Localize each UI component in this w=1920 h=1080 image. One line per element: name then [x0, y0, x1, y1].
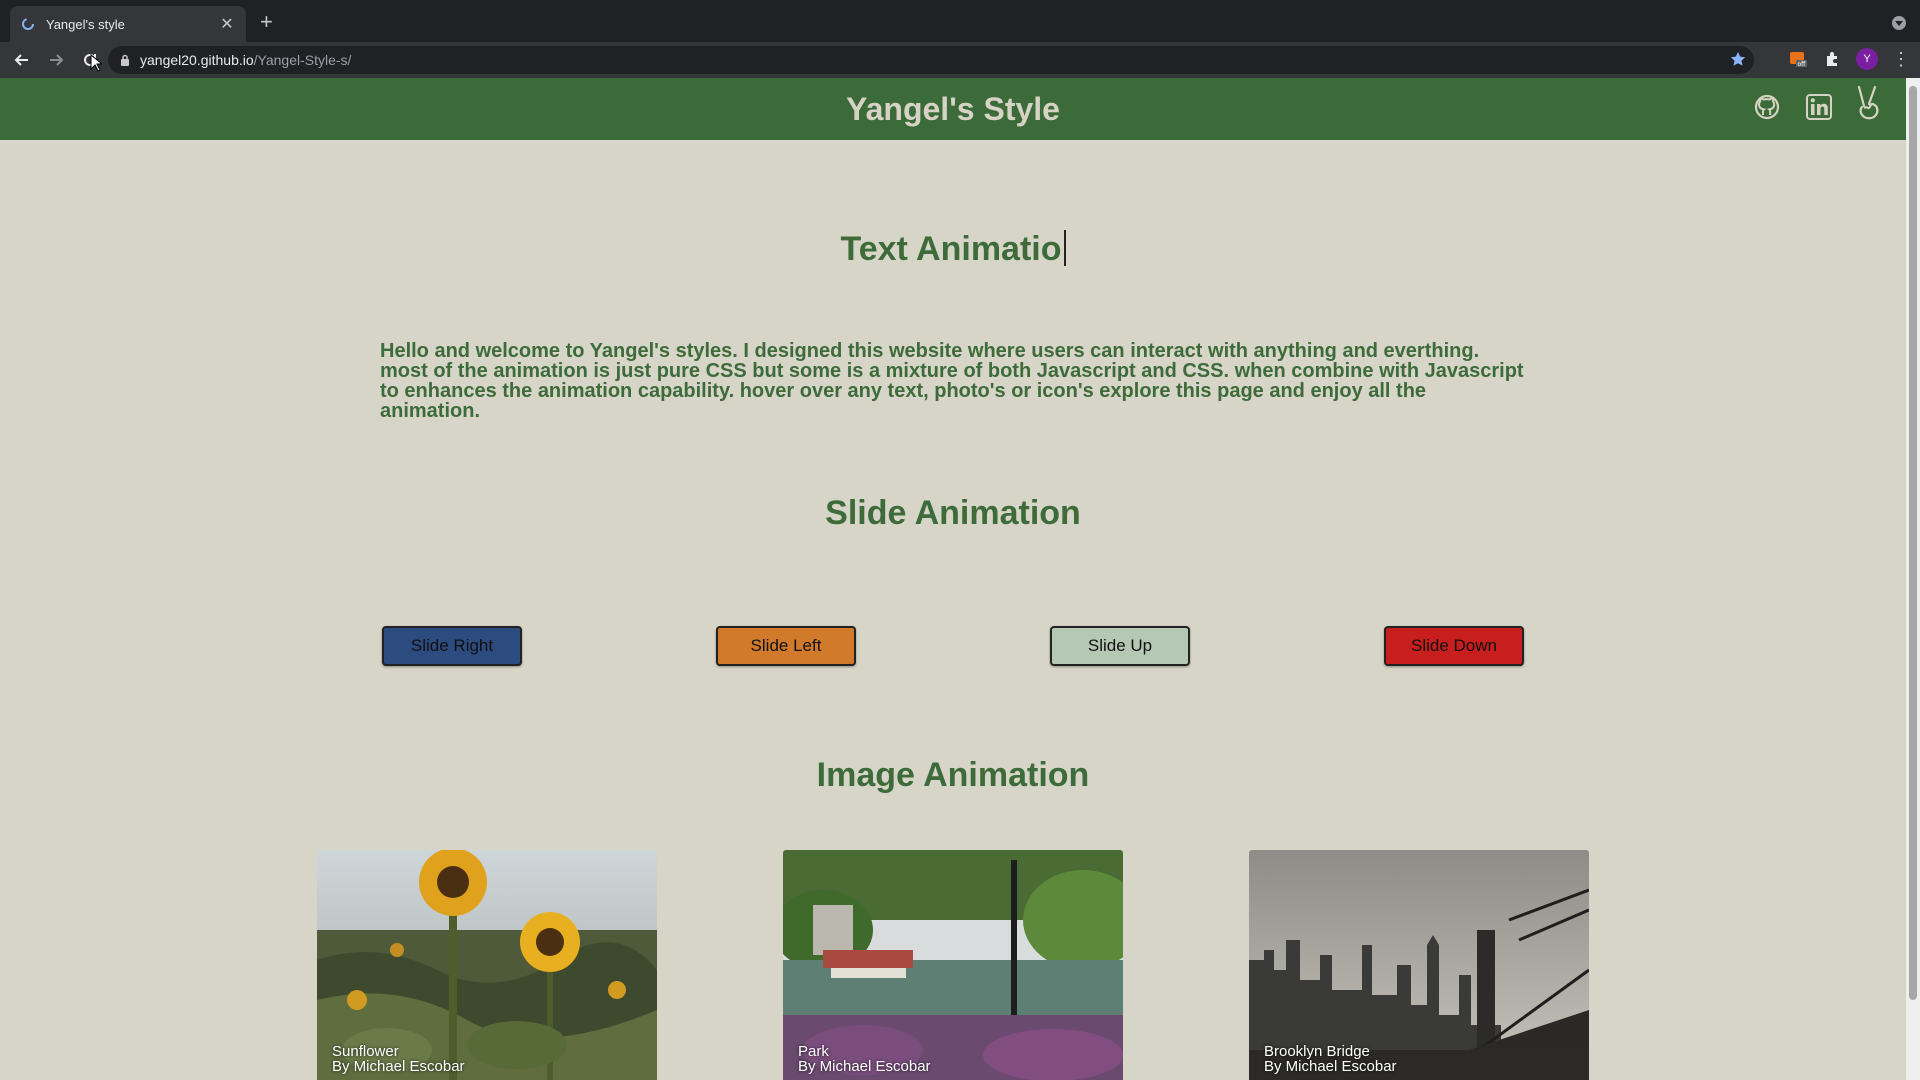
address-bar[interactable]: yangel20.github.io/Yangel-Style-s/	[108, 46, 1754, 74]
text-animation-heading: Text Animatio	[0, 230, 1906, 269]
slide-down-button[interactable]: Slide Down	[1384, 626, 1524, 666]
mouse-cursor-icon	[90, 54, 102, 72]
slide-animation-heading: Slide Animation	[825, 494, 1081, 532]
extension-off-icon[interactable]: off	[1788, 49, 1808, 69]
image-card-brooklyn-bridge[interactable]: Brooklyn Bridge By Michael Escobar	[1249, 850, 1589, 1080]
loading-icon	[20, 16, 36, 32]
browser-tabstrip: Yangel's style ✕ +	[0, 0, 1920, 42]
typing-caret	[1063, 230, 1066, 266]
slide-left-button[interactable]: Slide Left	[716, 626, 856, 666]
close-tab-icon[interactable]: ✕	[218, 14, 236, 34]
github-icon[interactable]	[1750, 90, 1784, 124]
site-header: Yangel's Style	[0, 78, 1906, 140]
card-caption: Sunflower By Michael Escobar	[332, 1044, 465, 1074]
image-card-park[interactable]: Park By Michael Escobar	[783, 850, 1123, 1080]
forward-icon[interactable]	[44, 48, 68, 72]
intro-paragraph: Hello and welcome to Yangel's styles. I …	[380, 340, 1524, 422]
tab-search-icon[interactable]	[1892, 16, 1906, 30]
back-icon[interactable]	[10, 48, 34, 72]
puzzle-icon[interactable]	[1822, 49, 1842, 69]
url-path: /Yangel-Style-s/	[253, 52, 352, 68]
new-tab-button[interactable]: +	[260, 10, 273, 34]
card-author: By Michael Escobar	[798, 1058, 931, 1075]
image-card-sunflower[interactable]: Sunflower By Michael Escobar	[317, 850, 657, 1080]
browser-menu-icon[interactable]: ⋮	[1892, 50, 1910, 68]
card-title: Park	[798, 1043, 829, 1060]
slide-right-button[interactable]: Slide Right	[382, 626, 522, 666]
profile-avatar[interactable]: Y	[1856, 48, 1878, 70]
card-caption: Brooklyn Bridge By Michael Escobar	[1264, 1044, 1397, 1074]
card-title: Brooklyn Bridge	[1264, 1043, 1370, 1060]
browser-toolbar: yangel20.github.io/Yangel-Style-s/ off Y…	[0, 42, 1920, 78]
page-scrollbar[interactable]	[1906, 78, 1920, 1080]
url-host: yangel20.github.io	[140, 52, 254, 68]
card-caption: Park By Michael Escobar	[798, 1044, 931, 1074]
tab-title: Yangel's style	[46, 16, 125, 32]
browser-tab[interactable]: Yangel's style ✕	[10, 6, 246, 42]
card-author: By Michael Escobar	[332, 1058, 465, 1075]
card-author: By Michael Escobar	[1264, 1058, 1397, 1075]
bookmark-star-icon[interactable]	[1730, 51, 1746, 72]
slide-up-button[interactable]: Slide Up	[1050, 626, 1190, 666]
image-animation-heading: Image Animation	[816, 756, 1090, 794]
site-title: Yangel's Style	[846, 91, 1060, 127]
extensions-area: off Y ⋮	[1788, 48, 1910, 70]
typing-text: Text Animatio	[840, 230, 1062, 268]
peace-hand-icon[interactable]	[1853, 85, 1887, 120]
linkedin-icon[interactable]	[1802, 90, 1836, 124]
svg-text:off: off	[1798, 61, 1807, 68]
scrollbar-thumb[interactable]	[1909, 86, 1917, 1000]
lock-icon[interactable]	[120, 54, 130, 66]
card-title: Sunflower	[332, 1043, 399, 1060]
